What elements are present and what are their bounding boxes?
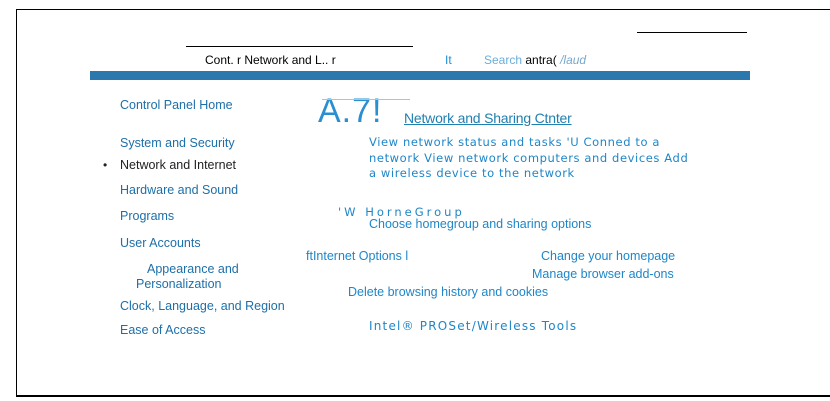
intel-proset-link[interactable]: Intel® PROSet/Wireless Tools bbox=[369, 319, 577, 333]
search-input[interactable]: Search antra( /laud bbox=[484, 53, 586, 67]
nsc-link-line-3[interactable]: a wireless device to the network bbox=[369, 166, 575, 180]
sidebar-item-user-accounts[interactable]: User Accounts bbox=[120, 236, 201, 250]
network-sharing-center-link[interactable]: Network and Sharing Ctnter bbox=[404, 110, 572, 126]
delete-history-link[interactable]: Delete browsing history and cookies bbox=[348, 285, 548, 299]
search-placeholder: /laud bbox=[560, 53, 587, 67]
sidebar-item-ease-of-access[interactable]: Ease of Access bbox=[120, 323, 205, 337]
header-bar bbox=[90, 71, 750, 80]
homegroup-sharing-link[interactable]: Choose homegroup and sharing options bbox=[369, 217, 591, 231]
address-bar-border bbox=[186, 46, 413, 47]
breadcrumb[interactable]: Cont. r Network and L.. r bbox=[205, 53, 336, 67]
current-item-bullet: • bbox=[103, 158, 108, 172]
refresh-button[interactable]: It bbox=[445, 53, 452, 67]
window-frame bbox=[16, 9, 830, 397]
title-bar-line bbox=[637, 32, 747, 33]
nsc-link-line-2[interactable]: network View network computers and devic… bbox=[369, 151, 688, 165]
network-sharing-icon: A.7! bbox=[318, 92, 383, 130]
manage-addons-link[interactable]: Manage browser add-ons bbox=[532, 267, 674, 281]
change-homepage-link[interactable]: Change your homepage bbox=[541, 249, 675, 263]
sidebar-control-panel-home[interactable]: Control Panel Home bbox=[120, 98, 233, 112]
sidebar-item-hardware-sound[interactable]: Hardware and Sound bbox=[120, 183, 238, 197]
sidebar-item-clock-language-region[interactable]: Clock, Language, and Region bbox=[120, 299, 285, 313]
icon-underline bbox=[322, 99, 410, 100]
sidebar-item-programs[interactable]: Programs bbox=[120, 209, 174, 223]
sidebar-item-network-internet[interactable]: Network and Internet bbox=[120, 158, 236, 172]
search-label: Search bbox=[484, 53, 523, 67]
search-value: antra( bbox=[525, 53, 557, 67]
sidebar-item-system-security[interactable]: System and Security bbox=[120, 136, 235, 150]
sidebar-item-personalization[interactable]: Personalization bbox=[136, 277, 221, 291]
nsc-link-line-1[interactable]: View network status and tasks 'U Conned … bbox=[369, 135, 660, 149]
internet-options-link[interactable]: ftInternet Options l bbox=[306, 249, 408, 263]
sidebar-item-appearance[interactable]: Appearance and bbox=[147, 262, 239, 276]
